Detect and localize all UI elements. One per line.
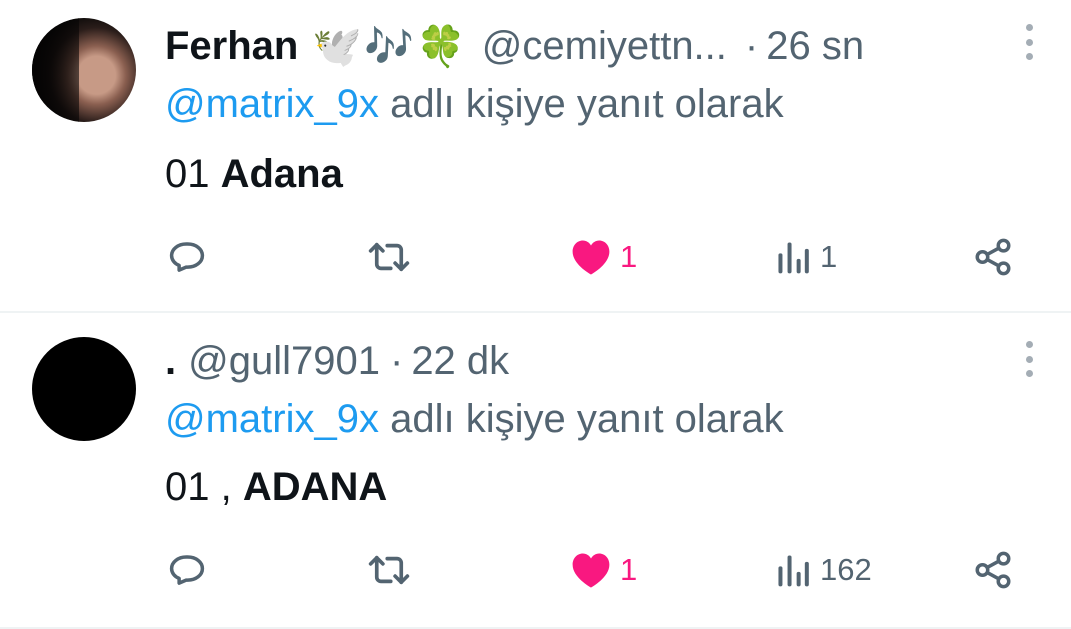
timestamp[interactable]: 26 sn <box>766 24 864 69</box>
more-icon[interactable] <box>1023 24 1035 60</box>
retweet-icon <box>368 555 410 585</box>
separator: · <box>744 23 759 68</box>
like-count: 1 <box>620 552 638 587</box>
tweet-text: 01 Adana <box>165 152 343 197</box>
share-icon <box>975 551 1011 589</box>
retweet-button[interactable] <box>366 545 412 595</box>
tweet[interactable]: . @gull7901 · 22 dk @matrix_9x adlı kişi… <box>0 313 1071 629</box>
reply-mention[interactable]: @matrix_9x <box>165 82 379 126</box>
tweet[interactable]: Ferhan 🕊️🎶🍀 @cemiyettn... · 26 sn @matri… <box>0 0 1071 313</box>
reply-mention[interactable]: @matrix_9x <box>165 397 379 441</box>
username[interactable]: @cemiyettn... <box>482 24 727 69</box>
tweet-text-bold: ADANA <box>242 465 388 509</box>
tweet-text: 01 , ADANA <box>165 465 387 510</box>
like-button[interactable]: 1 <box>570 545 637 595</box>
username[interactable]: @gull7901 <box>188 339 380 384</box>
reply-context-text: adlı kişiye yanıt olarak <box>378 82 784 126</box>
more-icon[interactable] <box>1023 341 1035 377</box>
tweet-header: Ferhan 🕊️🎶🍀 @cemiyettn... · 26 sn <box>165 18 864 74</box>
retweet-icon <box>368 242 410 272</box>
separator: · <box>389 338 404 383</box>
reply-context: @matrix_9x adlı kişiye yanıt olarak <box>165 82 784 127</box>
tweet-header: . @gull7901 · 22 dk <box>165 333 509 389</box>
display-name[interactable]: Ferhan <box>165 24 298 69</box>
retweet-button[interactable] <box>366 232 412 282</box>
avatar[interactable] <box>32 337 136 441</box>
reply-icon <box>169 242 205 272</box>
tweet-text-bold: Adana <box>220 152 343 196</box>
display-name[interactable]: . <box>165 339 176 384</box>
reply-context-text: adlı kişiye yanıt olarak <box>378 397 784 441</box>
share-button[interactable] <box>972 232 1014 282</box>
action-bar: 1 162 <box>0 545 1071 595</box>
reply-context: @matrix_9x adlı kişiye yanıt olarak <box>165 397 784 442</box>
heart-icon <box>572 553 610 588</box>
like-button[interactable]: 1 <box>570 232 637 282</box>
views-button[interactable]: 1 <box>774 232 837 282</box>
reply-button[interactable] <box>166 232 208 282</box>
views-count: 162 <box>820 552 872 587</box>
share-icon <box>975 238 1011 276</box>
views-count: 1 <box>820 239 838 274</box>
tweet-text-plain: 01 , <box>165 465 243 509</box>
name-emoji: 🕊️🎶🍀 <box>312 24 468 69</box>
heart-icon <box>572 240 610 275</box>
views-icon <box>778 555 809 587</box>
timestamp[interactable]: 22 dk <box>411 339 509 384</box>
views-icon <box>778 242 809 274</box>
reply-button[interactable] <box>166 545 208 595</box>
share-button[interactable] <box>972 545 1014 595</box>
avatar[interactable] <box>32 18 136 122</box>
action-bar: 1 1 <box>0 232 1071 282</box>
tweet-text-plain: 01 <box>165 152 221 196</box>
reply-icon <box>169 555 205 585</box>
views-button[interactable]: 162 <box>774 545 872 595</box>
like-count: 1 <box>620 239 638 274</box>
